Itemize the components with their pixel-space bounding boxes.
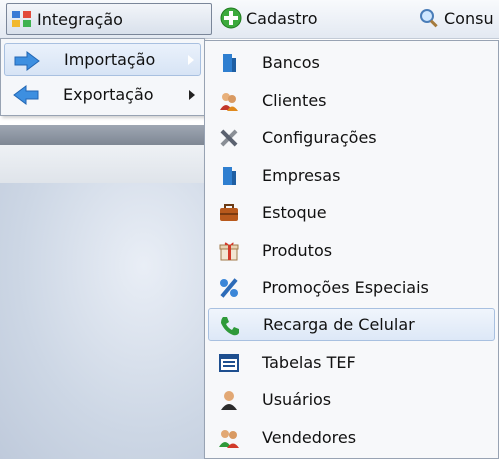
toolbar-strip <box>0 145 205 184</box>
tools-icon <box>218 127 240 149</box>
phone-icon <box>219 315 241 337</box>
menu-item-vendedores[interactable]: Vendedores <box>208 421 495 454</box>
sellers-icon <box>218 427 240 449</box>
bank-icon <box>218 52 240 74</box>
menu-consulta[interactable]: Consu <box>418 3 494 33</box>
menu-label-tabelas-tef: Tabelas TEF <box>262 353 356 372</box>
user-icon <box>218 389 240 411</box>
menu-item-estoque[interactable]: Estoque <box>208 196 495 229</box>
menu-item-tabelas-tef[interactable]: Tabelas TEF <box>208 346 495 379</box>
submenu-label-exportacao: Exportação <box>63 85 154 104</box>
menu-item-promocoes-especiais[interactable]: Promoções Especiais <box>208 271 495 304</box>
menu-cadastro[interactable]: Cadastro <box>220 3 318 33</box>
briefcase-icon <box>218 202 240 224</box>
window-title-strip <box>0 125 205 145</box>
menu-label-configuracoes: Configurações <box>262 128 377 147</box>
menu-label-promocoes-especiais: Promoções Especiais <box>262 278 429 297</box>
menu-item-bancos[interactable]: Bancos <box>208 46 495 79</box>
menu-label-vendedores: Vendedores <box>262 428 357 447</box>
integration-icon <box>11 9 33 29</box>
menu-label-estoque: Estoque <box>262 203 327 222</box>
percent-icon <box>218 277 240 299</box>
gift-icon <box>218 240 240 262</box>
workspace-background <box>0 183 205 459</box>
menu-label-empresas: Empresas <box>262 166 341 185</box>
menu-integracao-label: Integração <box>37 9 123 29</box>
table-icon <box>218 352 240 374</box>
building-icon <box>218 165 240 187</box>
right-arrow-icon <box>13 50 41 72</box>
integracao-submenu: Importação Exportação <box>0 38 205 116</box>
menu-item-recarga-de-celular[interactable]: Recarga de Celular <box>208 308 495 341</box>
menu-item-produtos[interactable]: Produtos <box>208 234 495 267</box>
submenu-label-importacao: Importação <box>64 50 156 69</box>
submenu-item-exportacao[interactable]: Exportação <box>4 78 201 111</box>
menu-item-usuarios[interactable]: Usuários <box>208 383 495 416</box>
submenu-item-importacao[interactable]: Importação <box>4 43 201 76</box>
menu-label-usuarios: Usuários <box>262 390 332 409</box>
chevron-right-icon <box>189 89 195 100</box>
menu-item-configuracoes[interactable]: Configurações <box>208 121 495 154</box>
left-arrow-icon <box>12 84 40 106</box>
menu-label-produtos: Produtos <box>262 241 333 260</box>
menu-integracao[interactable]: Integração <box>6 3 212 35</box>
clients-icon <box>218 90 240 112</box>
menu-label-recarga-de-celular: Recarga de Celular <box>263 315 415 334</box>
chevron-right-icon <box>188 54 194 65</box>
importacao-dropdown: Bancos Clientes Configurações Empresas E… <box>204 40 499 459</box>
menu-cadastro-label: Cadastro <box>246 8 318 28</box>
menu-label-clientes: Clientes <box>262 91 327 110</box>
menu-consulta-label: Consu <box>444 8 494 28</box>
green-plus-icon <box>220 7 242 29</box>
menu-item-clientes[interactable]: Clientes <box>208 84 495 117</box>
menu-item-empresas[interactable]: Empresas <box>208 159 495 192</box>
menu-label-bancos: Bancos <box>262 53 320 72</box>
magnifier-icon <box>418 7 440 29</box>
menubar: Integração Cadastro Consu <box>0 0 499 39</box>
